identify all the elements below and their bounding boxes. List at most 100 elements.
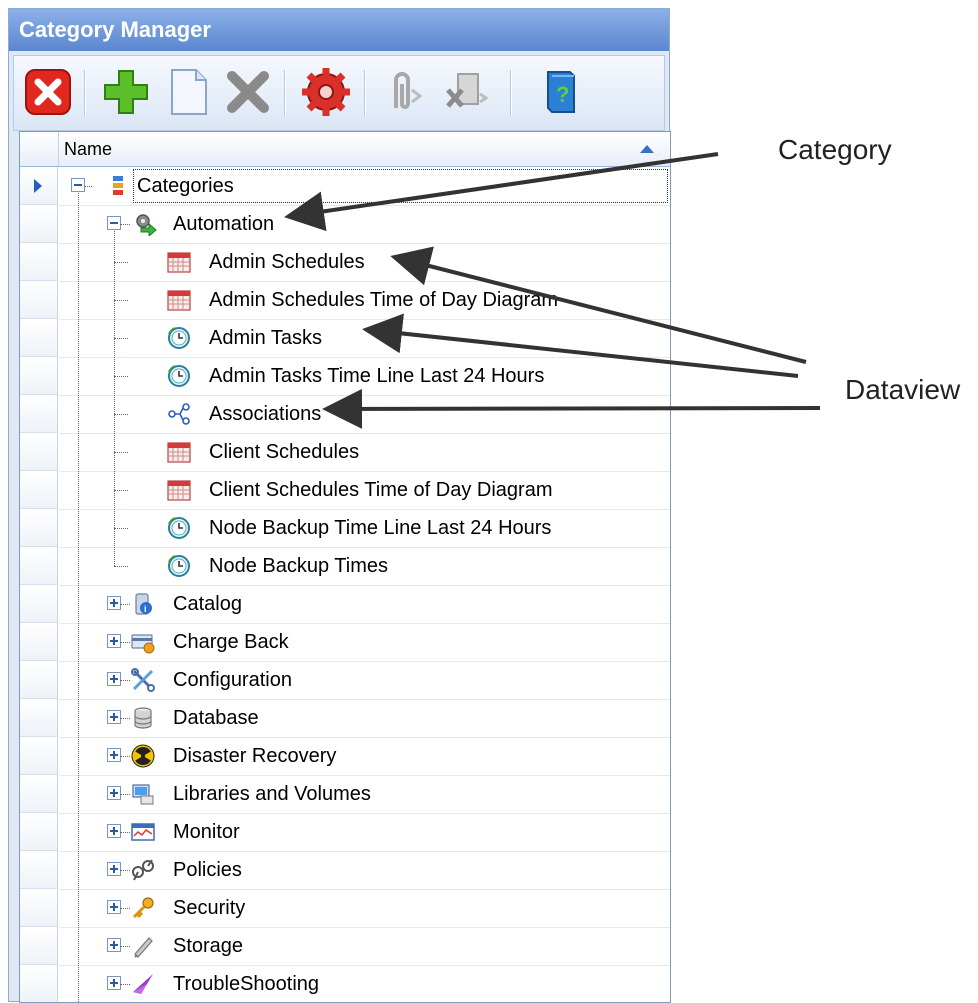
row-selector[interactable] bbox=[20, 737, 58, 775]
grid-header: Name bbox=[20, 132, 670, 167]
tree-row-category[interactable]: i Catalog bbox=[20, 585, 670, 624]
expand-icon[interactable] bbox=[107, 976, 121, 990]
name-cell[interactable]: Libraries and Volumes bbox=[59, 775, 670, 814]
toolbar-separator bbox=[84, 70, 86, 116]
close-button[interactable] bbox=[22, 66, 74, 118]
tree-line bbox=[114, 300, 128, 301]
svg-text:i: i bbox=[144, 604, 147, 614]
expand-icon[interactable] bbox=[107, 596, 121, 610]
expand-icon[interactable] bbox=[107, 786, 121, 800]
tree-line bbox=[78, 193, 79, 1002]
row-selector[interactable] bbox=[20, 243, 58, 281]
expand-icon[interactable] bbox=[107, 634, 121, 648]
row-selector[interactable] bbox=[20, 585, 58, 623]
name-cell[interactable]: Categories bbox=[59, 167, 670, 206]
collapse-icon[interactable] bbox=[71, 178, 85, 192]
row-selector[interactable] bbox=[20, 813, 58, 851]
row-selector[interactable] bbox=[20, 471, 58, 509]
category-label: Security bbox=[173, 897, 246, 919]
name-cell[interactable]: Automation bbox=[59, 205, 670, 244]
name-cell[interactable]: Security bbox=[59, 889, 670, 928]
row-selector[interactable] bbox=[20, 699, 58, 737]
row-selector[interactable] bbox=[20, 623, 58, 661]
new-button[interactable] bbox=[162, 66, 214, 118]
expand-icon[interactable] bbox=[107, 900, 121, 914]
expand-icon[interactable] bbox=[107, 748, 121, 762]
sort-ascending-icon[interactable] bbox=[640, 145, 654, 153]
tree-row-category[interactable]: TroubleShooting bbox=[20, 965, 670, 1002]
name-cell[interactable]: Node Backup Times bbox=[59, 547, 670, 586]
dataview-label: Node Backup Times bbox=[209, 555, 388, 577]
expand-icon[interactable] bbox=[107, 710, 121, 724]
row-selector[interactable] bbox=[20, 357, 58, 395]
name-cell[interactable]: Database bbox=[59, 699, 670, 738]
attach-button[interactable] bbox=[376, 66, 428, 118]
row-selector[interactable] bbox=[20, 661, 58, 699]
row-selector[interactable] bbox=[20, 281, 58, 319]
name-cell[interactable]: Admin Schedules bbox=[59, 243, 670, 282]
delete-button[interactable] bbox=[222, 66, 274, 118]
tree-row-category[interactable]: Charge Back bbox=[20, 623, 670, 662]
column-header-name[interactable]: Name bbox=[64, 132, 112, 166]
tree-row-category[interactable]: Policies bbox=[20, 851, 670, 890]
calendar-icon bbox=[167, 252, 191, 273]
name-cell[interactable]: Policies bbox=[59, 851, 670, 890]
collapse-icon[interactable] bbox=[107, 216, 121, 230]
tree-row-category[interactable]: Monitor bbox=[20, 813, 670, 852]
name-cell[interactable]: Admin Tasks Time Line Last 24 Hours bbox=[59, 357, 670, 396]
tree-row-category[interactable]: Disaster Recovery bbox=[20, 737, 670, 776]
row-selector[interactable] bbox=[20, 319, 58, 357]
name-cell[interactable]: Disaster Recovery bbox=[59, 737, 670, 776]
tree-line bbox=[114, 414, 128, 415]
expand-icon[interactable] bbox=[107, 824, 121, 838]
expand-icon[interactable] bbox=[107, 938, 121, 952]
row-selector[interactable] bbox=[20, 433, 58, 471]
name-cell[interactable]: TroubleShooting bbox=[59, 965, 670, 1002]
radiation-icon bbox=[131, 744, 155, 768]
help-button[interactable]: ? bbox=[534, 66, 586, 118]
name-cell[interactable]: Charge Back bbox=[59, 623, 670, 662]
row-selector[interactable] bbox=[20, 775, 58, 813]
row-selector[interactable] bbox=[20, 205, 58, 243]
settings-button[interactable] bbox=[300, 66, 352, 118]
name-cell[interactable]: Client Schedules bbox=[59, 433, 670, 472]
remove-attachment-button[interactable] bbox=[440, 66, 492, 118]
calendar-icon bbox=[167, 290, 191, 311]
name-cell[interactable]: Monitor bbox=[59, 813, 670, 852]
category-label: Storage bbox=[173, 935, 244, 957]
name-cell[interactable]: Client Schedules Time of Day Diagram bbox=[59, 471, 670, 510]
row-selector[interactable] bbox=[20, 547, 58, 585]
name-cell[interactable]: i Catalog bbox=[59, 585, 670, 624]
row-selector[interactable] bbox=[20, 927, 58, 965]
tree-row-category[interactable]: Configuration bbox=[20, 661, 670, 700]
name-cell[interactable]: Admin Schedules Time of Day Diagram bbox=[59, 281, 670, 320]
row-selector[interactable] bbox=[20, 851, 58, 889]
tree-row-category[interactable]: Security bbox=[20, 889, 670, 928]
annotation-category: Category bbox=[778, 134, 892, 165]
tree-row-automation[interactable]: Automation bbox=[20, 205, 670, 244]
tree-line bbox=[114, 231, 115, 566]
row-selector[interactable] bbox=[20, 965, 58, 1002]
name-cell[interactable]: Admin Tasks bbox=[59, 319, 670, 358]
tree-row-category[interactable]: Database bbox=[20, 699, 670, 738]
tree-line bbox=[114, 528, 128, 529]
name-cell[interactable]: Configuration bbox=[59, 661, 670, 700]
categories-icon bbox=[113, 176, 123, 195]
name-cell[interactable]: Storage bbox=[59, 927, 670, 966]
expand-icon[interactable] bbox=[107, 672, 121, 686]
storage-icon bbox=[134, 937, 153, 958]
add-button[interactable] bbox=[100, 66, 152, 118]
row-selector[interactable] bbox=[20, 889, 58, 927]
row-selector[interactable] bbox=[20, 395, 58, 433]
current-row-arrow-icon bbox=[34, 179, 42, 193]
gray-x-icon bbox=[227, 71, 269, 113]
row-selector[interactable] bbox=[20, 509, 58, 547]
name-cell[interactable]: Associations bbox=[59, 395, 670, 434]
clock-icon bbox=[168, 327, 190, 349]
row-selector[interactable] bbox=[20, 167, 58, 205]
tree-row-category[interactable]: Libraries and Volumes bbox=[20, 775, 670, 814]
name-cell[interactable]: Node Backup Time Line Last 24 Hours bbox=[59, 509, 670, 548]
tree-row-categories[interactable]: Categories bbox=[20, 167, 670, 206]
tree-row-category[interactable]: Storage bbox=[20, 927, 670, 966]
expand-icon[interactable] bbox=[107, 862, 121, 876]
